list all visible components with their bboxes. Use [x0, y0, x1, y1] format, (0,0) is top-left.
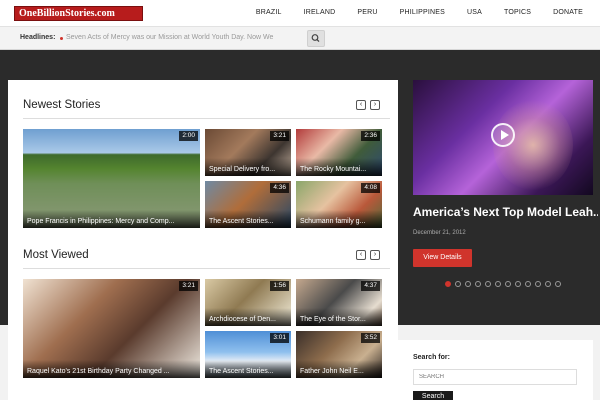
slider-dot-1[interactable]	[445, 281, 451, 287]
play-icon[interactable]	[491, 123, 515, 147]
search-icon	[311, 34, 320, 43]
story-caption: Raquel Kato's 21st Birthday Party Change…	[23, 360, 200, 378]
newest-next-button[interactable]: ›	[370, 100, 380, 110]
story-caption: Pope Francis in Philippines: Mercy and C…	[23, 210, 200, 228]
headline-bullet-icon	[60, 37, 63, 40]
view-details-button[interactable]: View Details	[413, 249, 472, 267]
story-caption: Father John Neil E...	[296, 360, 382, 378]
story-caption: The Rocky Mountai...	[296, 158, 382, 176]
slider-dot-6[interactable]	[495, 281, 501, 287]
slider-dot-9[interactable]	[525, 281, 531, 287]
search-input[interactable]	[413, 369, 577, 385]
duration-badge: 3:01	[270, 333, 289, 343]
search-button[interactable]: Search	[413, 391, 453, 400]
nav-item-philippines[interactable]: PHILIPPINES	[389, 0, 456, 26]
newest-prev-button[interactable]: ‹	[356, 100, 366, 110]
featured-date: December 21, 2012	[413, 230, 466, 236]
duration-badge: 3:21	[179, 281, 198, 291]
story-card-most-viewed-3[interactable]: 4:37 The Eye of the Stor...	[296, 279, 382, 326]
duration-badge: 3:52	[361, 333, 380, 343]
story-caption: The Eye of the Stor...	[296, 308, 382, 326]
story-card-newest-3[interactable]: 2:36 The Rocky Mountai...	[296, 129, 382, 176]
duration-badge: 3:21	[270, 131, 289, 141]
headline-link[interactable]: Seven Acts of Mercy was our Mission at W…	[66, 27, 288, 49]
section-divider	[23, 118, 390, 119]
nav-item-donate[interactable]: DONATE	[542, 0, 594, 26]
story-card-newest-5[interactable]: 4:08 Schumann family g...	[296, 181, 382, 228]
story-card-most-viewed-4[interactable]: 3:01 The Ascent Stories...	[205, 331, 291, 378]
slider-dot-5[interactable]	[485, 281, 491, 287]
story-caption: Archdiocese of Den...	[205, 308, 291, 326]
site-logo[interactable]: OneBillionStories.com	[14, 6, 143, 21]
duration-badge: 4:08	[361, 183, 380, 193]
slider-dot-10[interactable]	[535, 281, 541, 287]
story-card-newest-2[interactable]: 3:21 Special Delivery fro...	[205, 129, 291, 176]
search-toggle-button[interactable]	[307, 30, 325, 47]
nav-item-brazil[interactable]: BRAZIL	[245, 0, 293, 26]
featured-title[interactable]: America’s Next Top Model Leah...	[413, 205, 598, 219]
top-bar: OneBillionStories.com BRAZIL IRELAND PER…	[0, 0, 600, 26]
headline-ticker: Headlines: Seven Acts of Mercy was our M…	[0, 26, 600, 50]
section-divider	[23, 268, 390, 269]
headlines-label: Headlines:	[20, 34, 56, 41]
slider-dot-11[interactable]	[545, 281, 551, 287]
story-caption: The Ascent Stories...	[205, 360, 291, 378]
story-card-most-viewed-1[interactable]: 3:21 Raquel Kato's 21st Birthday Party C…	[23, 279, 200, 378]
main-nav: BRAZIL IRELAND PERU PHILIPPINES USA TOPI…	[245, 0, 594, 26]
nav-item-usa[interactable]: USA	[456, 0, 493, 26]
most-viewed-next-button[interactable]: ›	[370, 250, 380, 260]
story-card-newest-1[interactable]: 2:00 Pope Francis in Philippines: Mercy …	[23, 129, 200, 228]
featured-video[interactable]	[413, 80, 593, 195]
nav-item-peru[interactable]: PERU	[346, 0, 388, 26]
story-card-most-viewed-5[interactable]: 3:52 Father John Neil E...	[296, 331, 382, 378]
newest-stories-title: Newest Stories	[23, 99, 101, 111]
slider-dot-3[interactable]	[465, 281, 471, 287]
slider-dot-7[interactable]	[505, 281, 511, 287]
nav-item-ireland[interactable]: IRELAND	[293, 0, 347, 26]
duration-badge: 4:36	[270, 183, 289, 193]
slider-dot-4[interactable]	[475, 281, 481, 287]
stories-panel: Newest Stories ‹ › 2:00 Pope Francis in …	[8, 80, 398, 400]
story-card-newest-4[interactable]: 4:36 The Ascent Stories...	[205, 181, 291, 228]
duration-badge: 2:00	[179, 131, 198, 141]
slider-dot-2[interactable]	[455, 281, 461, 287]
story-caption: Schumann family g...	[296, 210, 382, 228]
most-viewed-prev-button[interactable]: ‹	[356, 250, 366, 260]
search-label: Search for:	[413, 354, 450, 361]
story-card-most-viewed-2[interactable]: 1:56 Archdiocese of Den...	[205, 279, 291, 326]
nav-item-topics[interactable]: TOPICS	[493, 0, 542, 26]
duration-badge: 4:37	[361, 281, 380, 291]
search-widget: Search for: Search	[398, 340, 593, 400]
most-viewed-title: Most Viewed	[23, 249, 89, 261]
slider-dot-8[interactable]	[515, 281, 521, 287]
slider-dot-12[interactable]	[555, 281, 561, 287]
duration-badge: 1:56	[270, 281, 289, 291]
duration-badge: 2:36	[361, 131, 380, 141]
story-caption: Special Delivery fro...	[205, 158, 291, 176]
story-caption: The Ascent Stories...	[205, 210, 291, 228]
